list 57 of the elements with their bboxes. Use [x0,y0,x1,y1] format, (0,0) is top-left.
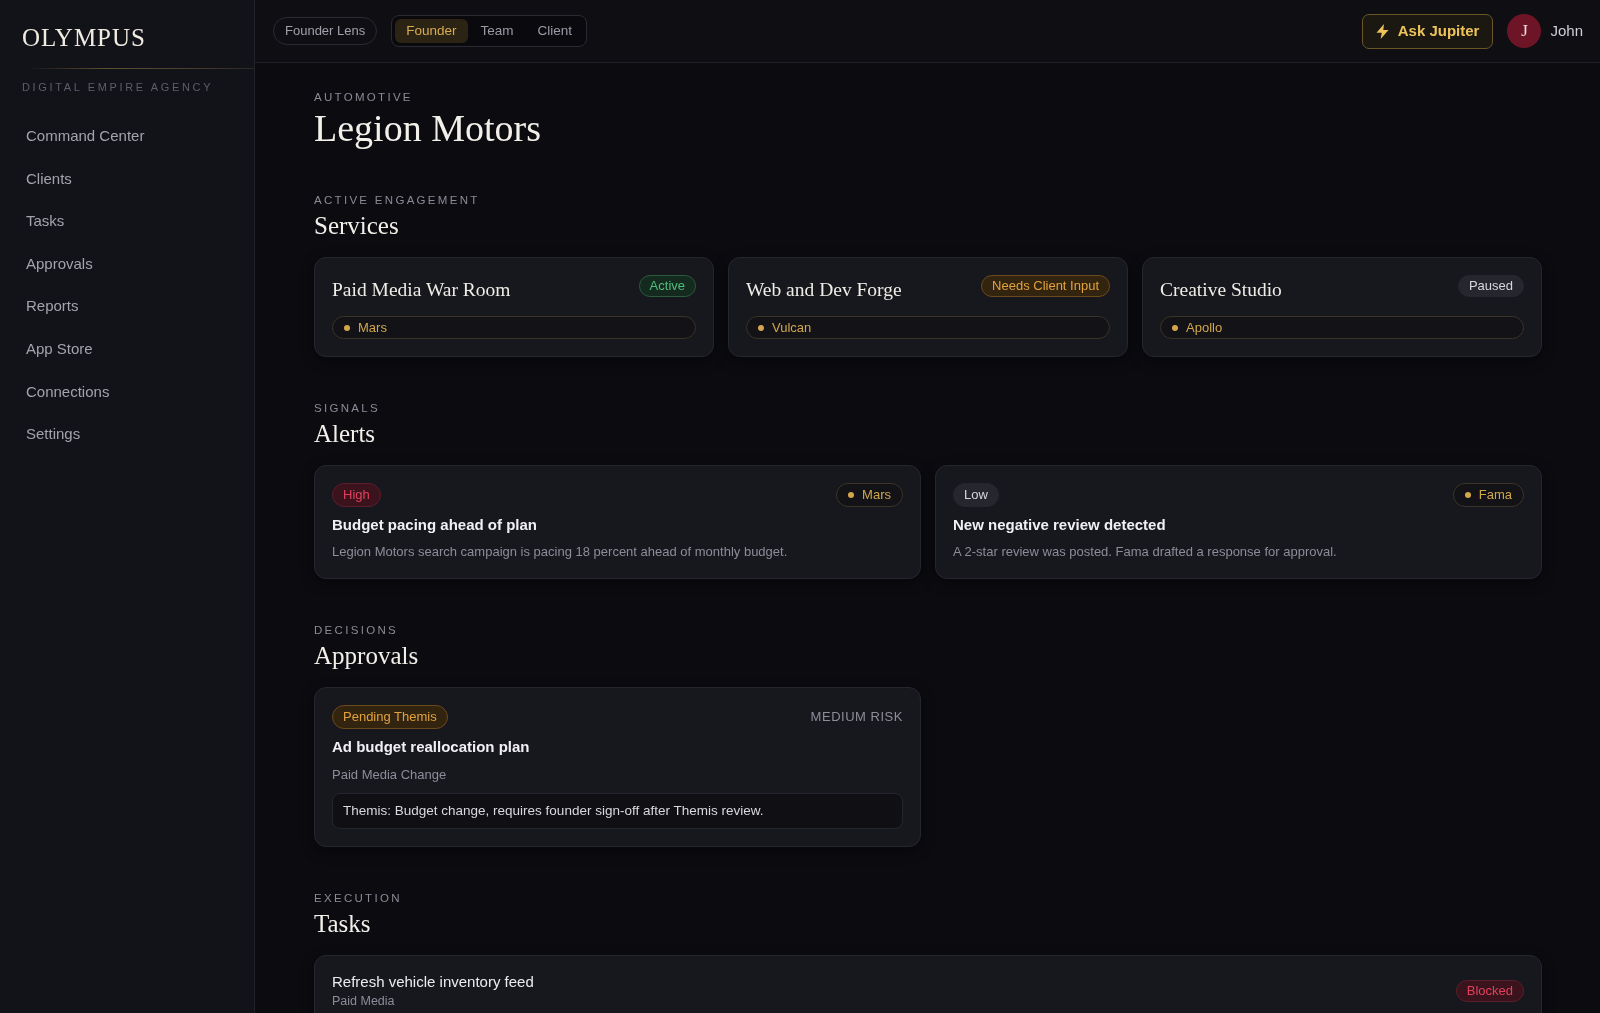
alert-description: A 2-star review was posted. Fama drafted a response for approval. [953,543,1338,561]
status-badge: Pending Themis [332,705,448,729]
dot-icon [758,324,764,331]
agent-name: Vulcan [772,318,812,337]
lens-tab[interactable]: Client [526,19,584,43]
status-badge: Blocked [1455,979,1524,1002]
section-title: Tasks [314,909,372,939]
section-eyebrow: ACTIVE ENGAGEMENT [314,193,481,207]
risk-level: MEDIUM RISK [810,708,903,726]
nav-item[interactable]: Clients [22,157,232,201]
agent-name: Fama [1478,486,1512,505]
status-badge: Paused [1457,275,1524,297]
service-name: Creative Studio [1160,278,1282,302]
alert-title: New negative review detected [953,515,1167,535]
approval-title: Ad budget reallocation plan [332,737,531,757]
section-title: Services [314,211,400,241]
industry-label: AUTOMOTIVE [314,90,414,104]
service-name: Paid Media War Room [332,278,511,302]
section-eyebrow: SIGNALS [314,401,381,415]
agent-name: Mars [358,318,387,337]
task-category: Paid Media [332,993,396,1009]
lightning-icon [1375,23,1389,39]
severity-badge: High [332,483,381,507]
nav-item[interactable]: Approvals [22,242,232,286]
ask-jupiter-button[interactable]: Ask Jupiter [1361,13,1494,49]
alert-title: Budget pacing ahead of plan [332,515,538,535]
status-badge: Needs Client Input [981,275,1110,297]
section-eyebrow: DECISIONS [314,623,399,637]
agent-name: Mars [862,486,891,505]
user-name: John [1550,20,1583,41]
nav-item[interactable]: Command Center [22,115,232,158]
nav-item[interactable]: Connections [22,370,232,414]
task-title: Refresh vehicle inventory feed [332,972,534,992]
status-badge: Active [638,275,696,297]
client-name: Legion Motors [314,107,542,149]
dot-icon [1464,492,1471,498]
lens-tab[interactable]: Founder [395,19,468,43]
agent-name: Apollo [1186,318,1223,337]
severity-badge: Low [953,483,999,507]
approval-category: Paid Media Change [332,766,448,784]
section-title: Approvals [314,641,420,671]
nav-item[interactable]: Tasks [22,200,232,243]
section-eyebrow: EXECUTION [314,891,403,905]
nav-item[interactable]: Reports [22,285,232,328]
nav-item[interactable]: App Store [22,327,232,371]
review-note: Themis: Budget change, requires founder sign-off after Themis review. [332,793,903,829]
logo-text: OLYMPUS [22,24,146,50]
dot-icon [848,492,855,498]
alert-description: Legion Motors search campaign is pacing 18 percent ahead of monthly budget. [332,543,789,561]
dot-icon [1172,324,1178,331]
section-title: Alerts [314,419,377,449]
nav-item[interactable]: Settings [22,413,232,456]
tagline: DIGITAL EMPIRE AGENCY [21,80,215,94]
user-avatar[interactable]: J [1507,14,1542,48]
dot-icon [344,324,350,331]
lens-tab[interactable]: Team [469,19,525,43]
service-name: Web and Dev Forge [746,278,902,302]
